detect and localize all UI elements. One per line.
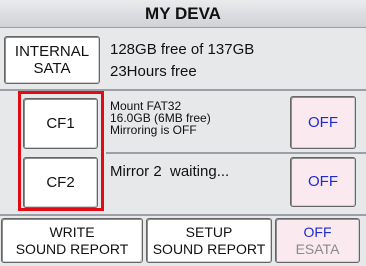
setup-sound-report-button[interactable]: SETUP SOUND REPORT: [146, 218, 272, 263]
divider-bottom: [0, 214, 366, 216]
divider-middle: [106, 152, 366, 154]
page-title: MY DEVA: [0, 0, 366, 28]
esata-off-toggle[interactable]: OFF ESATA: [275, 218, 360, 263]
esata-label: ESATA: [295, 240, 340, 257]
esata-off-label: OFF: [303, 224, 332, 241]
write-sound-report-line2: SOUND REPORT: [15, 240, 129, 257]
internal-free-space: 128GB free of 137GB: [110, 41, 255, 58]
cf2-status: Mirror 2 waiting...: [110, 163, 230, 180]
setup-sound-report-line2: SOUND REPORT: [152, 240, 266, 257]
setup-sound-report-line1: SETUP: [185, 224, 233, 241]
cf-selection-highlight: [18, 91, 104, 211]
write-sound-report-button[interactable]: WRITE SOUND REPORT: [1, 218, 143, 263]
cf2-off-label: OFF: [308, 173, 338, 191]
internal-sata-label-line2: SATA: [33, 60, 71, 77]
cf1-info: Mount FAT32 16.0GB (6MB free) Mirroring …: [110, 100, 211, 136]
cf1-mirroring-text: Mirroring is OFF: [110, 123, 197, 137]
internal-sata-label-line1: INTERNAL: [14, 42, 90, 60]
internal-time-free: 23Hours free: [110, 63, 197, 80]
internal-sata-button[interactable]: INTERNAL SATA: [4, 36, 100, 84]
cf1-off-toggle[interactable]: OFF: [290, 96, 356, 149]
deva-screen: MY DEVA INTERNAL SATA 128GB free of 137G…: [0, 0, 366, 266]
cf2-off-toggle[interactable]: OFF: [290, 157, 356, 207]
write-sound-report-line1: WRITE: [49, 224, 95, 241]
cf1-off-label: OFF: [308, 113, 338, 131]
